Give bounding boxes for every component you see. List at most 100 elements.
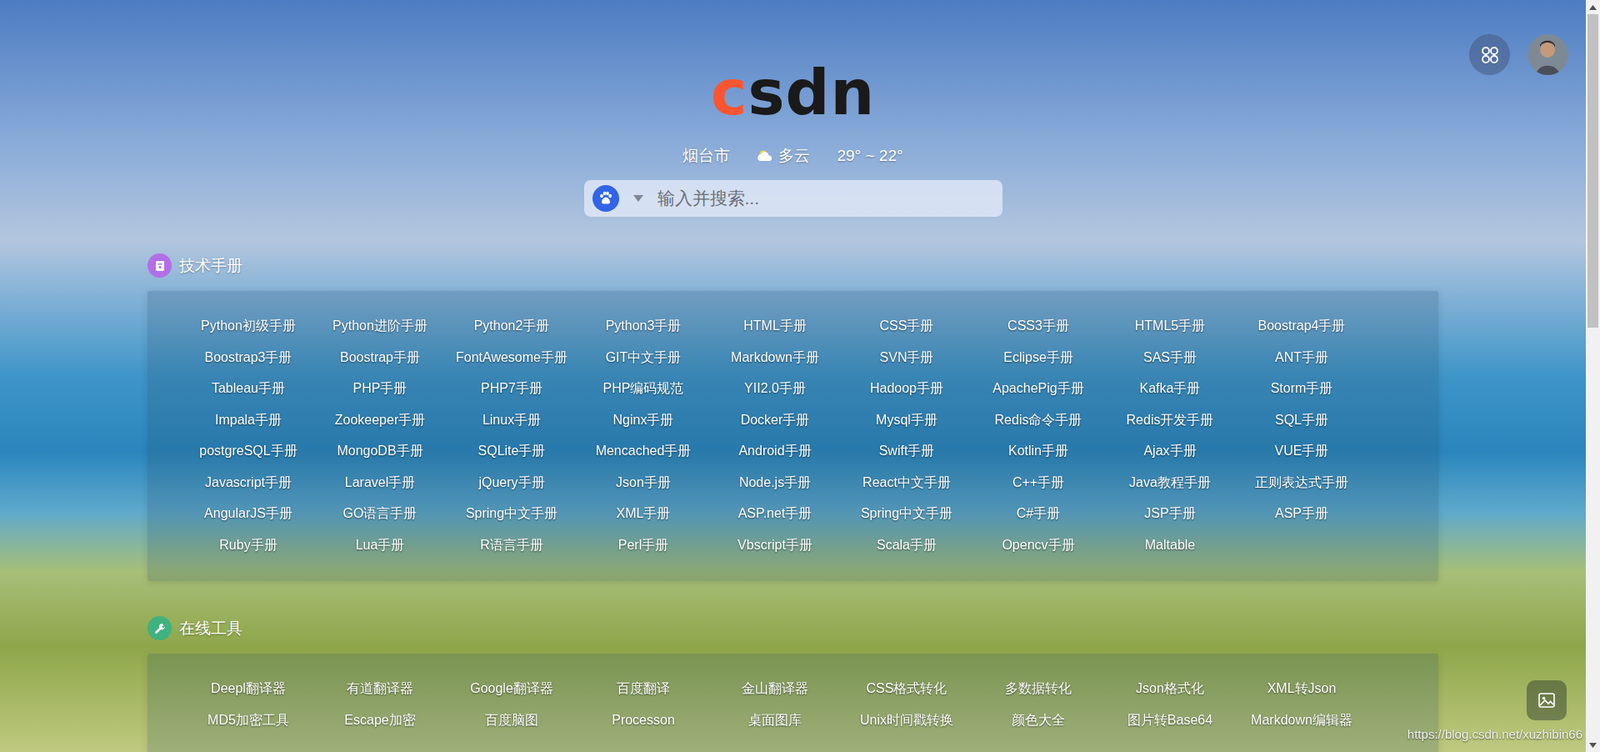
dropdown-caret-icon[interactable] — [632, 194, 645, 203]
link-item[interactable]: 百度翻译 — [577, 673, 710, 705]
link-item[interactable]: Laravel手册 — [314, 467, 446, 500]
link-item[interactable]: Kafka手册 — [1104, 373, 1236, 405]
link-item[interactable]: ANT手册 — [1235, 342, 1368, 375]
apps-button[interactable] — [1469, 34, 1510, 75]
link-item[interactable]: XML手册 — [577, 498, 710, 530]
link-item[interactable]: Json格式化 — [1104, 673, 1236, 705]
link-item[interactable]: Redis开发手册 — [1104, 405, 1236, 437]
link-item[interactable]: MongoDB手册 — [314, 435, 446, 468]
link-item[interactable]: Markdown编辑器 — [1235, 705, 1368, 737]
link-item[interactable]: Ajax手册 — [1104, 435, 1236, 468]
link-item[interactable]: Impala手册 — [182, 405, 315, 437]
link-item[interactable]: 正则表达式手册 — [1235, 467, 1368, 500]
link-item[interactable]: Redis命令手册 — [972, 405, 1105, 437]
link-item[interactable]: SQLite手册 — [445, 435, 578, 468]
link-item[interactable]: XML转Json — [1235, 673, 1368, 705]
link-item[interactable]: Escape加密 — [314, 705, 446, 737]
link-item[interactable]: Spring中文手册 — [840, 498, 973, 530]
link-item[interactable]: CSS3手册 — [972, 310, 1105, 343]
link-item[interactable]: Perl手册 — [577, 530, 710, 562]
link-item[interactable]: Boostrap手册 — [314, 342, 446, 375]
link-item[interactable]: YII2.0手册 — [709, 373, 841, 405]
link-item[interactable]: PHP7手册 — [445, 373, 578, 405]
link-item[interactable]: Tableau手册 — [182, 373, 315, 405]
link-item[interactable]: Hadoop手册 — [840, 373, 973, 405]
link-item[interactable]: PHP手册 — [314, 373, 446, 405]
link-item[interactable]: postgreSQL手册 — [182, 435, 315, 468]
link-item[interactable]: Lua手册 — [314, 530, 446, 562]
link-item[interactable]: Markdown手册 — [709, 342, 841, 375]
link-item[interactable]: PHP编码规范 — [577, 373, 710, 405]
link-item[interactable]: Scala手册 — [840, 530, 973, 562]
link-item[interactable]: Google翻译器 — [445, 673, 578, 705]
link-item[interactable]: Docker手册 — [709, 405, 841, 437]
csdn-logo[interactable]: csdn — [710, 58, 876, 127]
scroll-thumb[interactable] — [1587, 14, 1599, 328]
link-item[interactable]: FontAwesome手册 — [445, 342, 578, 375]
link-item[interactable]: C++手册 — [972, 467, 1105, 500]
link-item[interactable]: Deepl翻译器 — [182, 673, 315, 705]
link-item[interactable]: MD5加密工具 — [182, 705, 315, 737]
link-item[interactable]: Boostrap4手册 — [1235, 310, 1368, 343]
link-item[interactable]: Mencached手册 — [577, 435, 710, 468]
link-item[interactable]: 金山翻译器 — [709, 673, 841, 705]
link-item[interactable]: Linux手册 — [445, 405, 578, 437]
link-item[interactable]: Processon — [577, 705, 710, 737]
link-item[interactable]: 桌面图库 — [709, 705, 841, 737]
link-item[interactable]: React中文手册 — [840, 467, 973, 500]
link-item[interactable]: CSS格式转化 — [840, 673, 973, 705]
scroll-down-icon[interactable] — [1585, 737, 1600, 752]
link-item[interactable]: 多数据转化 — [972, 673, 1105, 705]
link-item[interactable]: SQL手册 — [1235, 405, 1368, 437]
link-item[interactable]: Spring中文手册 — [445, 498, 578, 530]
link-item[interactable]: HTML5手册 — [1104, 310, 1236, 343]
link-item[interactable]: Unix时间戳转换 — [840, 705, 973, 737]
link-item[interactable]: 图片转Base64 — [1104, 705, 1236, 737]
link-item[interactable]: Node.js手册 — [709, 467, 841, 500]
scroll-track[interactable] — [1585, 14, 1600, 738]
scrollbar[interactable] — [1585, 0, 1600, 752]
link-item[interactable]: Java教程手册 — [1104, 467, 1236, 500]
link-item[interactable]: Nginx手册 — [577, 405, 710, 437]
link-item[interactable]: VUE手册 — [1235, 435, 1368, 468]
link-item[interactable]: Kotlin手册 — [972, 435, 1105, 468]
link-item[interactable]: ASP手册 — [1235, 498, 1368, 530]
link-item[interactable]: GIT中文手册 — [577, 342, 710, 375]
link-item[interactable]: Zookeeper手册 — [314, 405, 446, 437]
link-item[interactable]: R语言手册 — [445, 530, 578, 562]
link-item[interactable]: Swift手册 — [840, 435, 973, 468]
link-item[interactable]: Opencv手册 — [972, 530, 1105, 562]
link-item[interactable]: Boostrap3手册 — [182, 342, 315, 375]
link-item[interactable]: 百度脑图 — [445, 705, 578, 737]
link-item[interactable]: AngularJS手册 — [182, 498, 315, 530]
link-item[interactable]: Python3手册 — [577, 310, 710, 343]
link-item[interactable]: Json手册 — [577, 467, 710, 500]
link-item[interactable]: JSP手册 — [1104, 498, 1236, 530]
link-item[interactable]: 颜色大全 — [972, 705, 1105, 737]
link-item[interactable]: CSS手册 — [840, 310, 973, 343]
link-item[interactable]: 有道翻译器 — [314, 673, 446, 705]
link-item[interactable]: Vbscript手册 — [709, 530, 841, 562]
search-engine-button[interactable] — [592, 185, 620, 212]
link-item[interactable]: GO语言手册 — [314, 498, 446, 530]
link-item[interactable]: Maltable — [1104, 530, 1236, 562]
link-item[interactable]: ASP.net手册 — [709, 498, 841, 530]
link-item[interactable]: Javascript手册 — [182, 467, 315, 500]
link-item[interactable]: Eclipse手册 — [972, 342, 1105, 375]
link-item[interactable]: HTML手册 — [709, 310, 841, 343]
link-item[interactable]: Storm手册 — [1235, 373, 1368, 405]
link-item[interactable]: SAS手册 — [1104, 342, 1236, 375]
link-item[interactable]: jQuery手册 — [445, 467, 578, 500]
scroll-up-icon[interactable] — [1585, 0, 1600, 15]
link-item[interactable]: Android手册 — [709, 435, 841, 468]
link-item[interactable]: Python初级手册 — [182, 310, 315, 343]
user-avatar[interactable] — [1527, 34, 1569, 75]
link-item[interactable]: Mysql手册 — [840, 405, 973, 437]
link-item[interactable]: C#手册 — [972, 498, 1105, 530]
link-item[interactable]: ApachePig手册 — [972, 373, 1105, 405]
link-item[interactable]: Python2手册 — [445, 310, 578, 343]
search-input[interactable] — [657, 181, 995, 215]
link-item[interactable]: Python进阶手册 — [314, 310, 446, 343]
link-item[interactable]: Ruby手册 — [182, 530, 315, 562]
wallpaper-button[interactable] — [1526, 680, 1567, 720]
